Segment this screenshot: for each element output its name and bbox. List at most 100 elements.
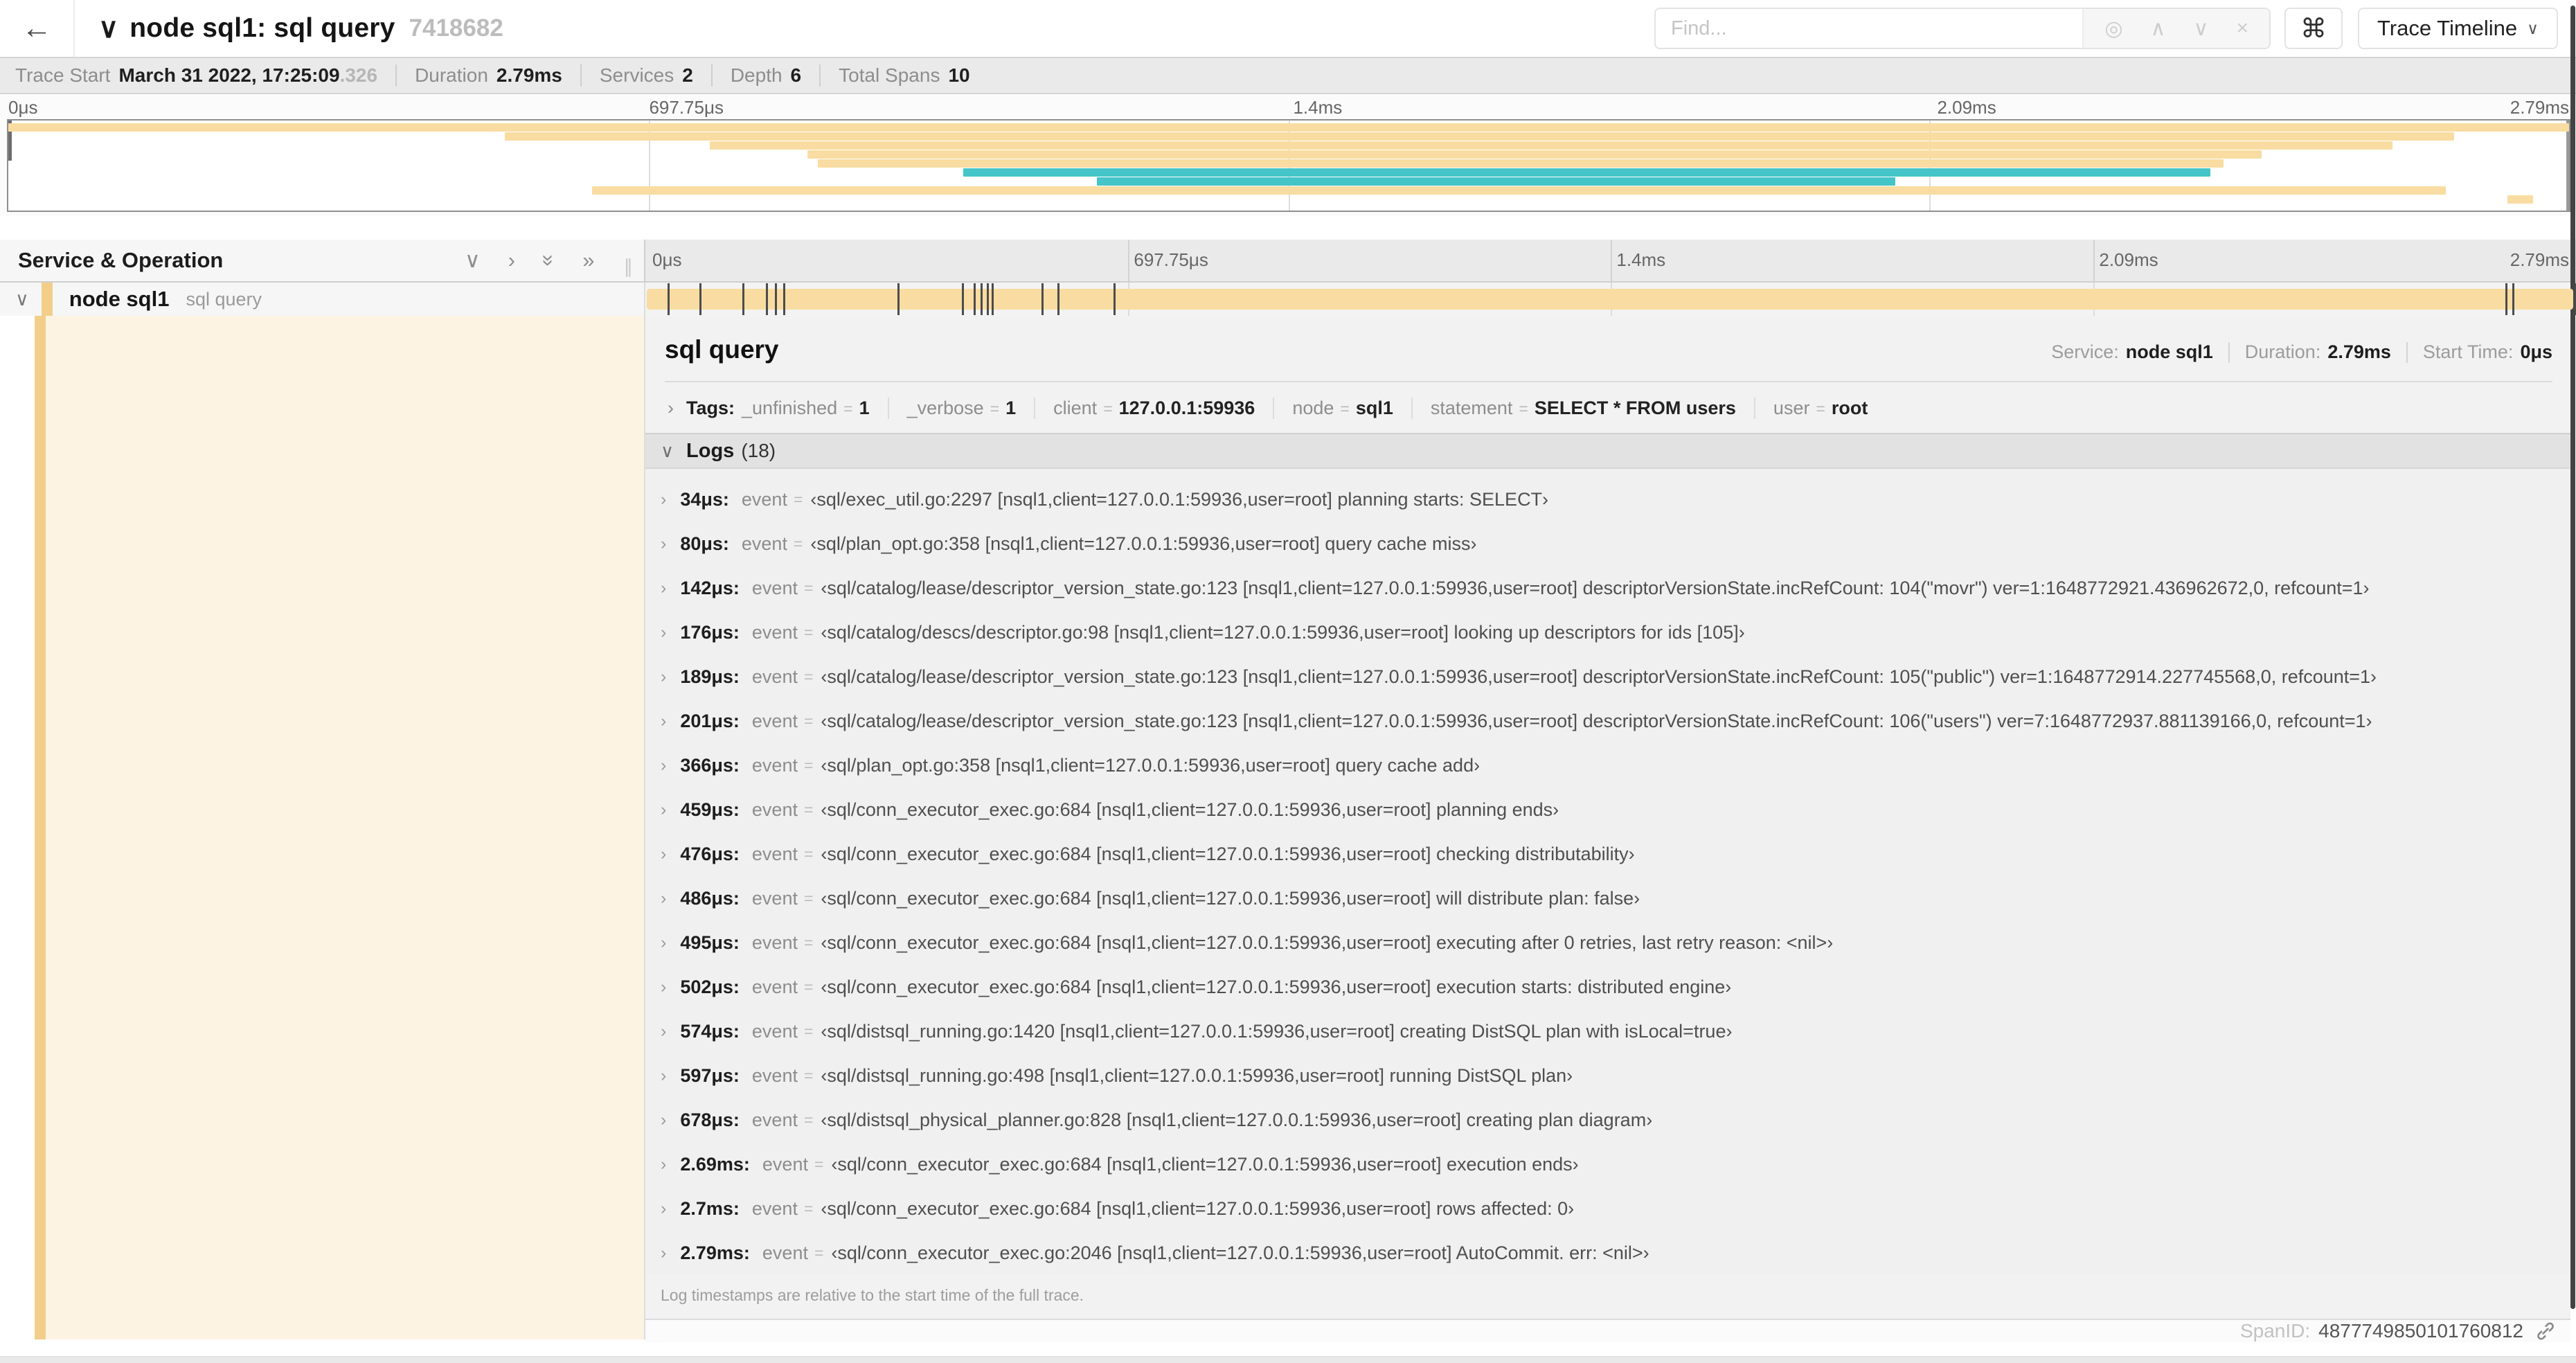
minimap-right-scrubber[interactable] [2566,121,2569,211]
span-row: ∨ node sql1 sql query [0,283,2576,316]
equals-sign: = [803,933,814,952]
log-row[interactable]: › 176μs: event = ‹sql/catalog/descs/desc… [645,610,2570,654]
log-row[interactable]: › 366μs: event = ‹sql/plan_opt.go:358 [n… [645,743,2570,787]
log-row[interactable]: › 201μs: event = ‹sql/catalog/lease/desc… [645,699,2570,743]
locate-icon[interactable]: ◎ [2104,17,2122,41]
tag-key: statement [1430,398,1513,418]
summary-item-duration: Duration 2.79ms [395,64,562,87]
log-value: ‹sql/conn_executor_exec.go:684 [nsql1,cl… [821,976,1732,997]
span-collapse-icon[interactable]: ∨ [15,289,29,310]
log-value: ‹sql/distsql_physical_planner.go:828 [ns… [821,1109,1653,1130]
log-row[interactable]: › 189μs: event = ‹sql/catalog/lease/desc… [645,654,2570,699]
trace-minimap: 0μs 697.75μs 1.4ms 2.09ms 2.79ms [0,94,2576,216]
trace-summary-bar: Trace Start March 31 2022, 17:25:09 .326… [0,57,2576,94]
log-value: ‹sql/conn_executor_exec.go:684 [nsql1,cl… [821,887,1640,909]
chevron-right-icon: › [661,755,667,775]
tags-label: Tags: [686,398,735,418]
trace-id: 7418682 [409,15,503,42]
log-marker-tick [961,283,964,315]
equals-sign: = [803,844,814,863]
spanid-label: SpanID: [2239,1320,2311,1342]
tags-accordian[interactable]: › Tags: _unfinished = 1 _verbose = 1 cli… [645,382,2570,433]
log-value: ‹sql/exec_util.go:2297 [nsql1,client=127… [810,488,1549,510]
log-row[interactable]: › 34μs: event = ‹sql/exec_util.go:2297 [… [645,477,2570,522]
timeline-header-row: Service & Operation ∨ › » » ∥ 0μs 697.75… [0,240,2576,283]
chevron-right-icon: › [661,1242,667,1263]
trace-start-fraction: .326 [339,64,378,86]
log-row[interactable]: › 476μs: event = ‹sql/conn_executor_exec… [645,832,2570,876]
minimap-span-bar [2507,195,2534,204]
summary-value: 6 [790,64,802,86]
span-duration-bar[interactable] [647,289,2573,310]
logs-label: Logs [686,439,735,462]
minimap-span-bar [817,159,2224,168]
log-value: ‹sql/distsql_running.go:498 [nsql1,clien… [821,1064,1573,1086]
summary-value: 2.79ms [496,64,562,86]
vertical-scrollbar[interactable] [2570,6,2575,1309]
log-value: ‹sql/plan_opt.go:358 [nsql1,client=127.0… [821,754,1481,776]
log-row[interactable]: › 2.7ms: event = ‹sql/conn_executor_exec… [645,1186,2570,1231]
log-row[interactable]: › 495μs: event = ‹sql/conn_executor_exec… [645,920,2570,965]
log-value: ‹sql/conn_executor_exec.go:2046 [nsql1,c… [831,1242,1649,1263]
span-bar-cell[interactable] [645,283,2576,316]
trace-header-collapse-icon[interactable]: ∨ [98,12,118,44]
log-key: event [751,666,798,687]
log-row[interactable]: › 502μs: event = ‹sql/conn_executor_exec… [645,965,2570,1009]
keyboard-shortcuts-button[interactable]: ⌘ [2284,8,2343,49]
log-marker-tick [986,283,989,315]
expand-all-icon[interactable]: » [582,248,594,273]
equals-sign: = [793,490,803,508]
equals-sign: = [1103,400,1113,418]
collapse-one-icon[interactable]: ∨ [465,248,481,273]
log-time: 366μs: [680,754,740,776]
log-row[interactable]: › 142μs: event = ‹sql/catalog/lease/desc… [645,566,2570,610]
minimap-canvas[interactable] [7,119,2570,212]
equals-sign: = [803,623,814,641]
log-time: 597μs: [680,1064,740,1086]
span-name-cell[interactable]: ∨ node sql1 sql query [0,283,645,316]
summary-item-depth: Depth 6 [710,64,802,87]
log-row[interactable]: › 574μs: event = ‹sql/distsql_running.go… [645,1009,2570,1053]
chevron-right-icon: › [661,977,667,997]
log-row[interactable]: › 678μs: event = ‹sql/distsql_physical_p… [645,1098,2570,1142]
log-row[interactable]: › 486μs: event = ‹sql/conn_executor_exec… [645,876,2570,920]
minimap-axis-label: 2.09ms [1937,97,1996,118]
next-match-icon[interactable]: ∨ [2194,17,2209,41]
log-marker-tick [1041,283,1044,315]
span-operation-name: sql query [186,288,262,310]
log-marker-tick [699,283,701,315]
prev-match-icon[interactable]: ∧ [2151,17,2166,41]
log-key: event [751,1020,798,1042]
column-resizer-grip[interactable]: ∥ [624,256,634,278]
log-row[interactable]: › 597μs: event = ‹sql/distsql_running.go… [645,1053,2570,1098]
horizontal-scrollbar-track[interactable] [0,1356,2576,1363]
log-time: 459μs: [680,799,740,820]
chevron-right-icon: › [661,578,667,598]
equals-sign: = [803,1110,814,1129]
clear-search-icon[interactable]: × [2236,17,2248,40]
detail-right-column: sql query Service: node sql1 Duration: 2… [645,316,2576,1342]
chevron-down-icon: ∨ [2527,19,2539,37]
timeline-axis[interactable]: 0μs 697.75μs 1.4ms 2.09ms 2.79ms [645,240,2576,281]
find-input[interactable] [1656,9,2083,48]
back-button[interactable]: ← [0,0,75,57]
logs-section: ∨ Logs (18) › 34μs: event = ‹sql/exec_ut… [645,433,2570,1319]
log-value: ‹sql/catalog/descs/descriptor.go:98 [nsq… [821,621,1745,643]
span-color-accent [35,316,46,1339]
log-row[interactable]: › 80μs: event = ‹sql/plan_opt.go:358 [ns… [645,522,2570,566]
log-row[interactable]: › 2.79ms: event = ‹sql/conn_executor_exe… [645,1231,2570,1275]
chevron-right-icon: › [661,1198,667,1218]
copy-link-icon[interactable] [2534,1320,2557,1342]
expand-one-icon[interactable]: › [508,248,515,273]
log-row[interactable]: › 459μs: event = ‹sql/conn_executor_exec… [645,787,2570,832]
tag-key: _verbose [906,398,984,418]
summary-label: Total Spans [839,64,940,86]
log-time: 80μs: [680,533,729,554]
log-key: event [751,932,798,953]
logs-accordian-header[interactable]: ∨ Logs (18) [645,433,2570,469]
log-row[interactable]: › 2.69ms: event = ‹sql/conn_executor_exe… [645,1142,2570,1186]
log-time: 176μs: [680,621,740,643]
view-options-button[interactable]: Trace Timeline ∨ [2358,8,2558,49]
collapse-all-icon[interactable]: » [537,254,562,266]
log-value: ‹sql/conn_executor_exec.go:684 [nsql1,cl… [821,1197,1575,1219]
